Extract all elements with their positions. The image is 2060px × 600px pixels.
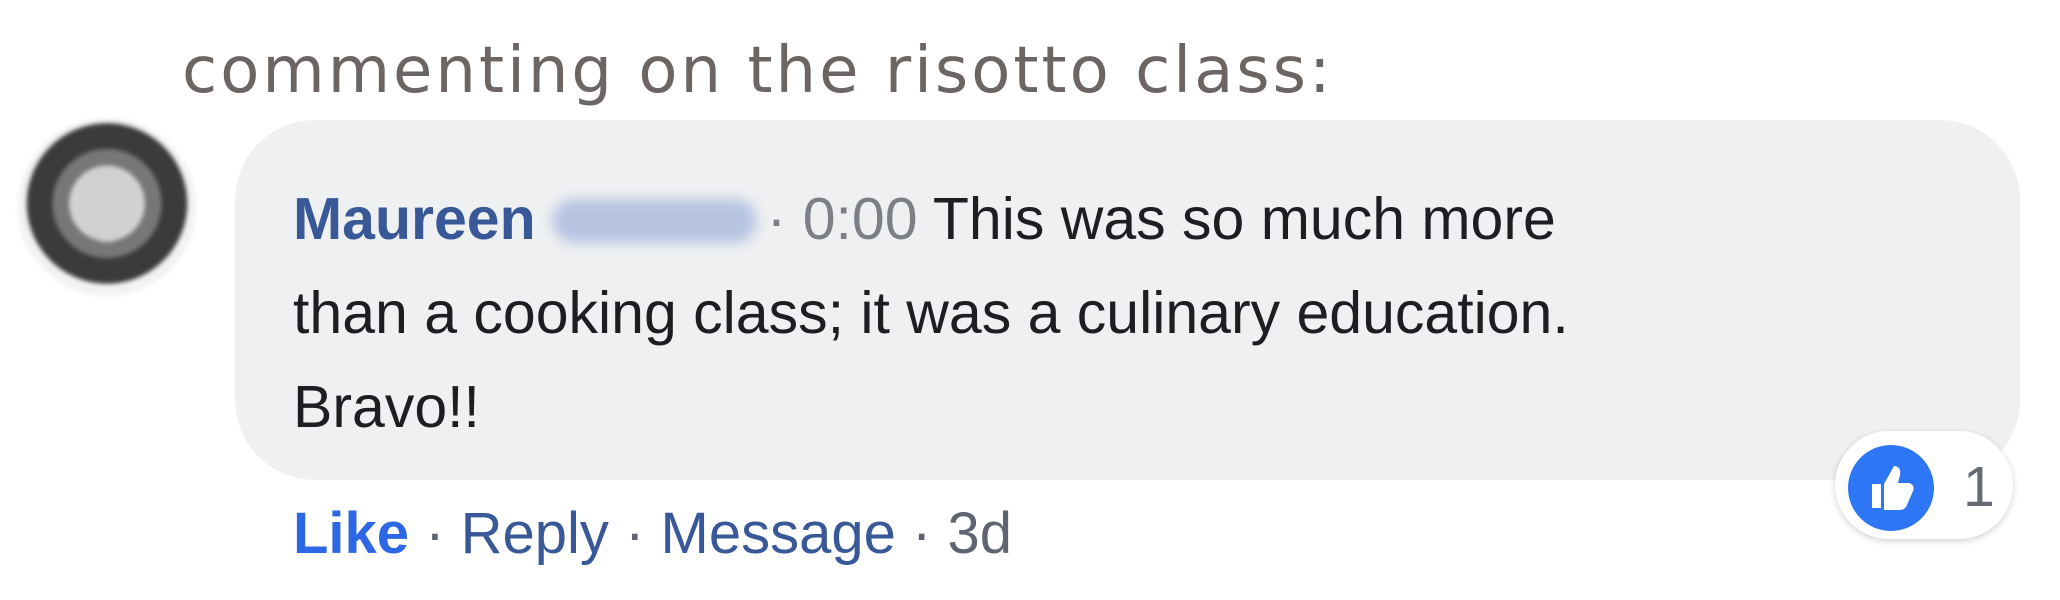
like-button[interactable]: Like: [293, 501, 409, 566]
meta-separator: ·: [766, 186, 787, 252]
comment-content: Maureen · 0:00 This was so much more than…: [293, 172, 1943, 454]
comment-author-link[interactable]: Maureen: [293, 186, 536, 252]
comment-timestamp[interactable]: 0:00: [803, 186, 918, 252]
reaction-summary[interactable]: 1: [1835, 431, 2013, 539]
reply-button[interactable]: Reply: [461, 501, 609, 566]
thumbs-up-icon: [1848, 445, 1934, 531]
action-separator: ·: [425, 501, 445, 566]
comment-caption: commenting on the risotto class:: [182, 34, 1334, 108]
avatar-face: [80, 170, 134, 242]
blurred-last-name: [551, 199, 757, 243]
reaction-count: 1: [1963, 455, 1995, 519]
message-button[interactable]: Message: [661, 501, 896, 566]
comment-age[interactable]: 3d: [947, 501, 1012, 566]
comment-body-line-1: This was so much more: [932, 186, 1556, 252]
comment-body-line-2: than a cooking class; it was a culinary …: [293, 280, 1569, 346]
comment-screenshot: commenting on the risotto class: Maureen…: [0, 0, 2060, 600]
commenter-avatar[interactable]: [18, 118, 196, 296]
action-separator: ·: [625, 501, 645, 566]
comment-actions: Like · Reply · Message · 3d: [293, 499, 1012, 569]
comment-body-line-3: Bravo!!: [293, 374, 480, 440]
action-separator: ·: [911, 501, 932, 566]
